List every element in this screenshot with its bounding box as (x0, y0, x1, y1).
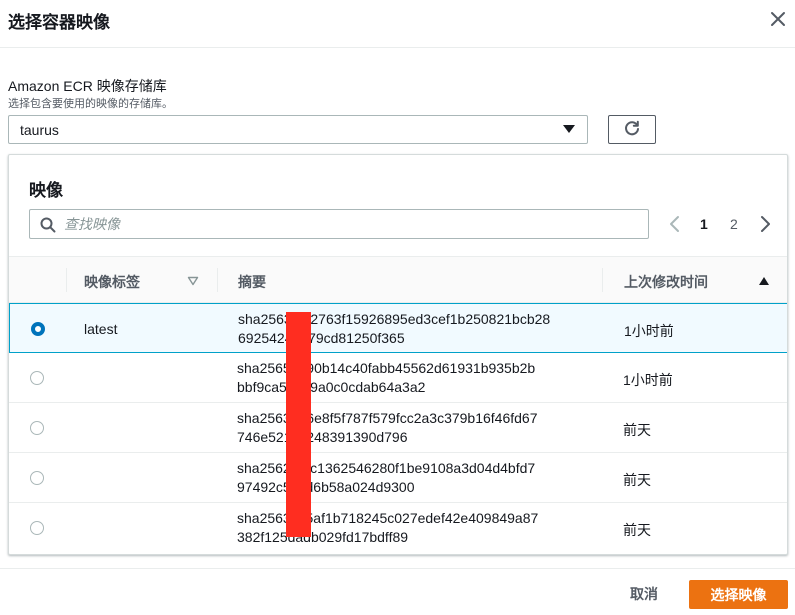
chevron-right-icon[interactable] (758, 215, 772, 233)
table-row[interactable]: sha2563c75af1b718245c027edef42e409849a87… (9, 503, 787, 553)
row-radio[interactable] (30, 421, 44, 435)
caret-down-icon (563, 125, 575, 133)
repository-select[interactable]: taurus (8, 115, 588, 144)
search-icon (40, 217, 56, 233)
row-radio[interactable] (30, 521, 44, 535)
sort-indicator-icon[interactable] (187, 276, 199, 286)
cell-pushed-time: 前天 (623, 522, 651, 538)
refresh-button[interactable] (608, 115, 656, 144)
table-row[interactable]: sha2565d790b14c40fabb45562d61931b935b2b … (9, 353, 787, 403)
pagination: 1 2 (664, 211, 776, 237)
column-header-pushed[interactable]: 上次修改时间 (624, 272, 708, 292)
modal-title: 选择容器映像 (8, 13, 110, 32)
column-header-tag[interactable]: 映像标签 (84, 272, 140, 292)
sort-ascending-icon[interactable] (758, 276, 770, 286)
row-radio[interactable] (30, 471, 44, 485)
cell-pushed-time: 前天 (623, 422, 651, 438)
cell-pushed-time: 前天 (623, 472, 651, 488)
column-divider (66, 268, 67, 292)
refresh-icon (625, 120, 639, 136)
close-button[interactable] (767, 8, 789, 30)
modal-footer (0, 568, 795, 615)
page-1[interactable]: 1 (700, 216, 708, 232)
image-search[interactable] (29, 209, 649, 239)
repository-select-value: taurus (20, 122, 59, 138)
page-2[interactable]: 2 (730, 216, 738, 232)
cell-pushed-time: 1小时前 (624, 323, 674, 339)
repository-description: 选择包含要使用的映像的存储库。 (8, 98, 173, 110)
table-header: 映像标签 摘要 上次修改时间 (9, 256, 787, 303)
images-panel-title: 映像 (29, 181, 63, 200)
images-panel: 映像 1 2 映像标签 摘要 上次修改时间 lat (8, 154, 788, 555)
row-radio[interactable] (31, 322, 45, 336)
cell-image-tag: latest (84, 321, 118, 337)
close-icon (771, 12, 785, 26)
select-image-button[interactable]: 选择映像 (689, 580, 788, 609)
redaction-bar (286, 312, 311, 537)
image-search-input[interactable] (64, 215, 634, 233)
table-row[interactable]: latest sha2563f3c2763f15926895ed3cef1b25… (9, 303, 787, 353)
cancel-button[interactable]: 取消 (620, 580, 668, 608)
table-row[interactable]: sha25622bfc1362546280f1be9108a3d04d4bfd7… (9, 453, 787, 503)
table-row[interactable]: sha2563b56e8f5f787f579fcc2a3c379b16f46fd… (9, 403, 787, 453)
column-divider (217, 268, 218, 292)
row-radio[interactable] (30, 371, 44, 385)
cell-pushed-time: 1小时前 (623, 372, 673, 388)
column-divider (602, 268, 603, 292)
chevron-left-icon[interactable] (668, 215, 682, 233)
column-header-digest[interactable]: 摘要 (238, 272, 266, 292)
modal-header: 选择容器映像 (0, 0, 795, 48)
repository-label: Amazon ECR 映像存储库 (8, 78, 167, 94)
